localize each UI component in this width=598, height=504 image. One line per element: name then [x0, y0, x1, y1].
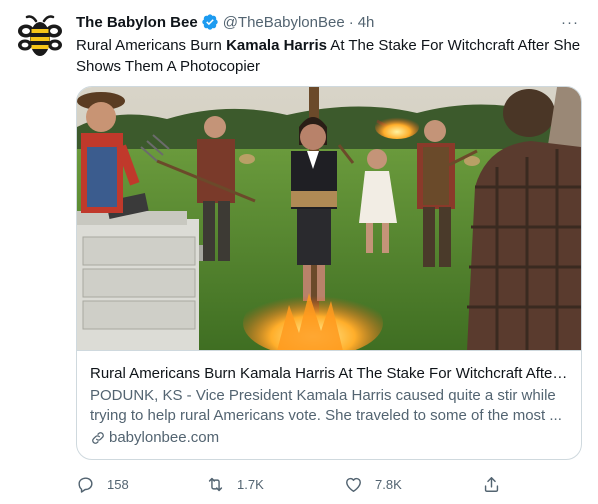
bee-logo-icon [18, 15, 62, 56]
card-domain: babylonbee.com [90, 428, 568, 448]
link-icon [92, 432, 104, 444]
card-body: Rural Americans Burn Kamala Harris At Th… [77, 352, 581, 448]
more-icon: ··· [561, 13, 579, 31]
link-preview-card[interactable]: Rural Americans Burn Kamala Harris At Th… [76, 86, 582, 460]
tweet-text-bold: Kamala Harris [226, 37, 327, 54]
share-button[interactable] [482, 475, 501, 494]
card-domain-text: babylonbee.com [109, 429, 220, 446]
tweet-card[interactable]: The Babylon Bee @TheBabylonBee · 4h ··· … [0, 0, 598, 504]
more-options-button[interactable]: ··· [558, 12, 582, 32]
heart-icon [346, 477, 361, 492]
reply-button[interactable]: 158 [76, 475, 129, 494]
share-icon [484, 476, 499, 492]
verified-badge-icon [202, 14, 218, 30]
avatar[interactable] [16, 12, 64, 60]
tweet-header: The Babylon Bee @TheBabylonBee · 4h [76, 12, 374, 32]
reply-count: 158 [107, 476, 129, 492]
tweet-timestamp[interactable]: 4h [358, 14, 375, 31]
author-handle[interactable]: @TheBabylonBee [223, 14, 345, 31]
card-photo-illustration [77, 87, 581, 350]
card-title: Rural Americans Burn Kamala Harris At Th… [90, 365, 568, 382]
reply-icon [78, 476, 93, 493]
card-description: PODUNK, KS - Vice President Kamala Harri… [90, 387, 562, 424]
separator-dot: · [348, 13, 354, 31]
card-image [77, 87, 581, 351]
like-button[interactable]: 7.8K [344, 475, 402, 494]
torch-flame-illustration [375, 115, 419, 139]
retweet-count: 1.7K [237, 476, 264, 492]
tweet-actions: 158 1.7K 7.8K [76, 472, 516, 496]
tweet-text: Rural Americans Burn Kamala Harris At Th… [76, 35, 586, 77]
retweet-button[interactable]: 1.7K [206, 475, 264, 494]
retweet-icon [208, 477, 223, 491]
author-name[interactable]: The Babylon Bee [76, 14, 198, 31]
like-count: 7.8K [375, 476, 402, 492]
tweet-text-start: Rural Americans Burn [76, 37, 227, 54]
